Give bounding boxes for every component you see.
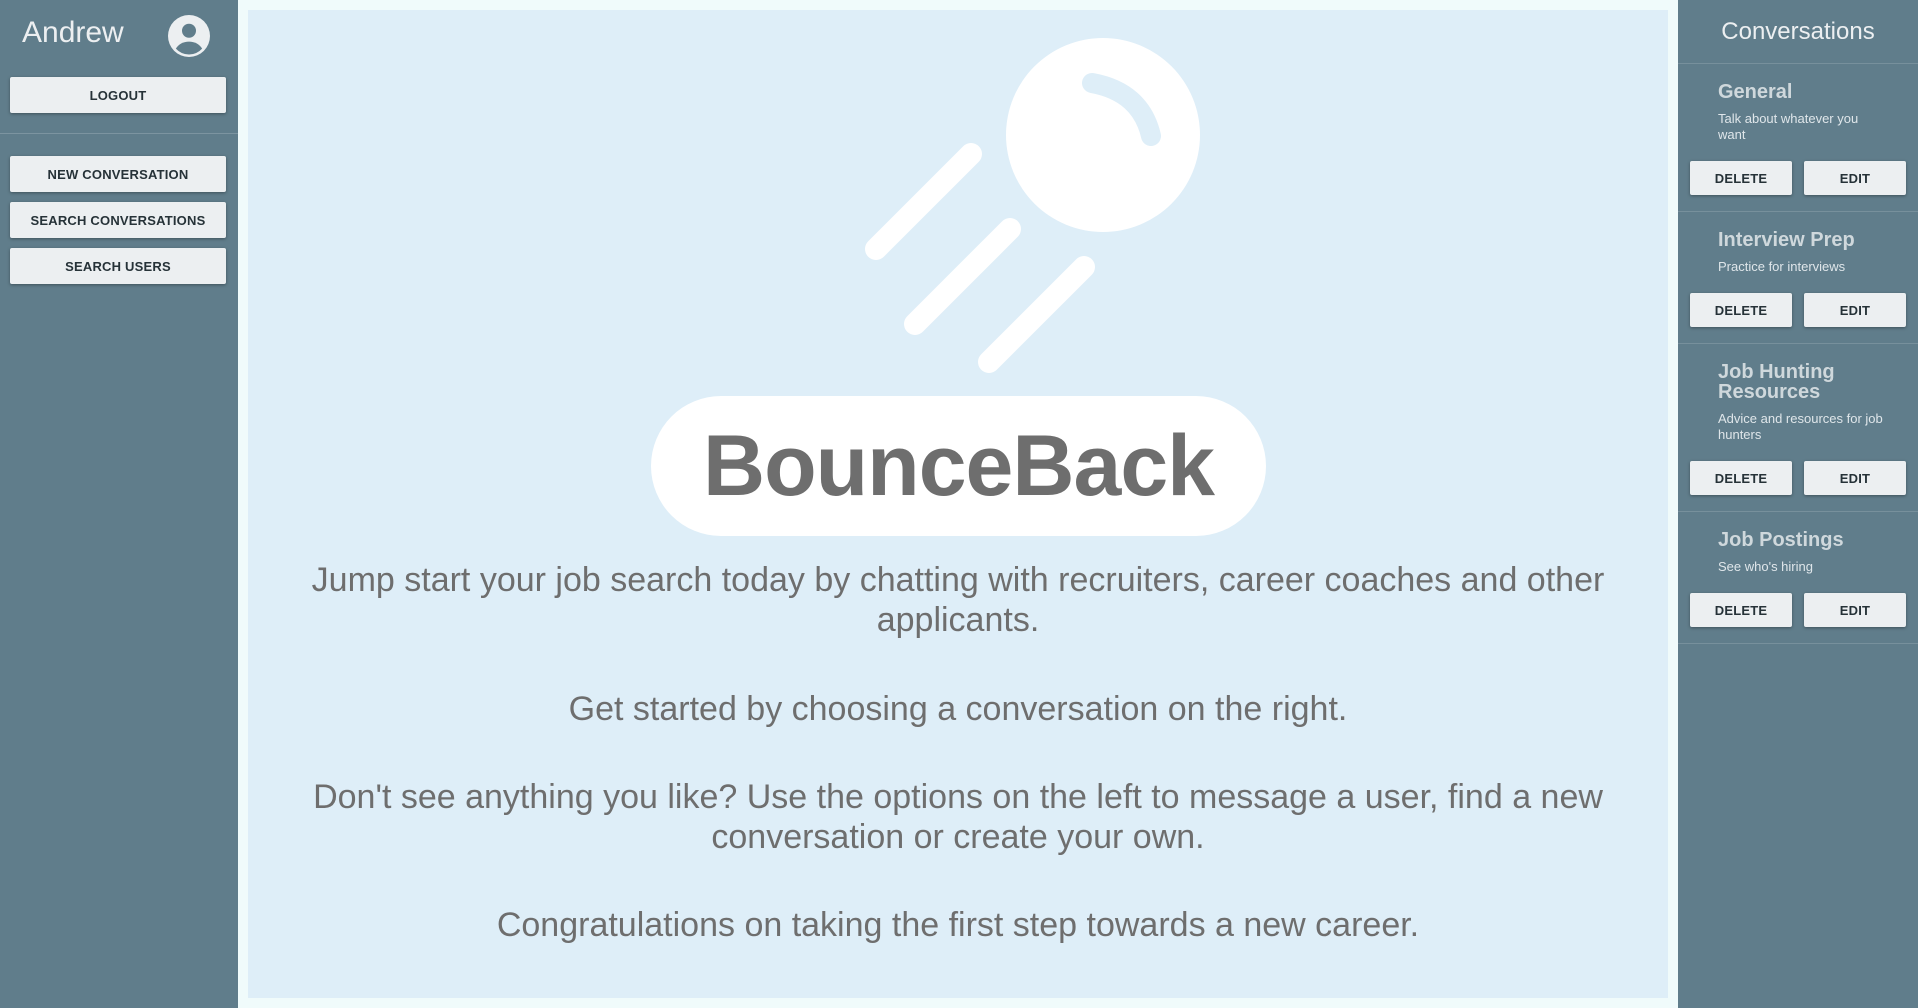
conversation-item[interactable]: Interview Prep Practice for interviews D… (1678, 212, 1918, 344)
get-started-text: Get started by choosing a conversation o… (568, 690, 1348, 728)
delete-button[interactable]: DELETE (1690, 461, 1792, 495)
options-text: Don't see anything you like? Use the opt… (313, 778, 1603, 856)
main-panel: BounceBack Jump start your job search to… (248, 10, 1668, 998)
edit-button[interactable]: EDIT (1804, 593, 1906, 627)
congratulations-text: Congratulations on taking the first step… (496, 906, 1420, 944)
delete-button[interactable]: DELETE (1690, 593, 1792, 627)
account-circle-icon[interactable] (168, 15, 210, 57)
bouncing-ball-icon (865, 38, 1200, 373)
search-users-button[interactable]: SEARCH USERS (10, 248, 226, 284)
conversations-sidebar: Conversations General Talk about whateve… (1678, 0, 1918, 1008)
user-header: Andrew (0, 0, 238, 72)
edit-button[interactable]: EDIT (1804, 293, 1906, 327)
conversation-title[interactable]: General (1718, 82, 1906, 102)
conversation-title[interactable]: Job Hunting Resources (1718, 362, 1906, 402)
new-conversation-button[interactable]: NEW CONVERSATION (10, 156, 226, 192)
conversation-description: Talk about whatever you want (1718, 111, 1859, 142)
conversations-title: Conversations (1678, 0, 1918, 64)
edit-button[interactable]: EDIT (1804, 161, 1906, 195)
intro-text: Jump start your job search today by chat… (311, 561, 1605, 639)
delete-button[interactable]: DELETE (1690, 293, 1792, 327)
conversation-title[interactable]: Job Postings (1718, 530, 1906, 550)
left-sidebar: Andrew LOGOUT NEW CONVERSATION SEARCH CO… (0, 0, 238, 1008)
conversation-description: Practice for interviews (1718, 259, 1846, 274)
conversation-actions: DELETE EDIT (1690, 161, 1906, 195)
conversation-item[interactable]: Job Hunting Resources Advice and resourc… (1678, 344, 1918, 512)
conversation-actions: DELETE EDIT (1690, 461, 1906, 495)
conversation-item[interactable]: General Talk about whatever you want DEL… (1678, 64, 1918, 212)
user-name: Andrew (22, 16, 124, 49)
brand-name: BounceBack (703, 417, 1215, 514)
conversation-description: Advice and resources for job hunters (1718, 411, 1883, 442)
conversation-item[interactable]: Job Postings See who's hiring DELETE EDI… (1678, 512, 1918, 644)
conversation-title[interactable]: Interview Prep (1718, 230, 1906, 250)
sidebar-divider (0, 133, 238, 134)
delete-button[interactable]: DELETE (1690, 161, 1792, 195)
conversation-description: See who's hiring (1718, 559, 1813, 574)
search-conversations-button[interactable]: SEARCH CONVERSATIONS (10, 202, 226, 238)
conversation-actions: DELETE EDIT (1690, 593, 1906, 627)
brand-logo: BounceBack (651, 396, 1266, 536)
edit-button[interactable]: EDIT (1804, 461, 1906, 495)
logout-button[interactable]: LOGOUT (10, 77, 226, 113)
conversation-actions: DELETE EDIT (1690, 293, 1906, 327)
